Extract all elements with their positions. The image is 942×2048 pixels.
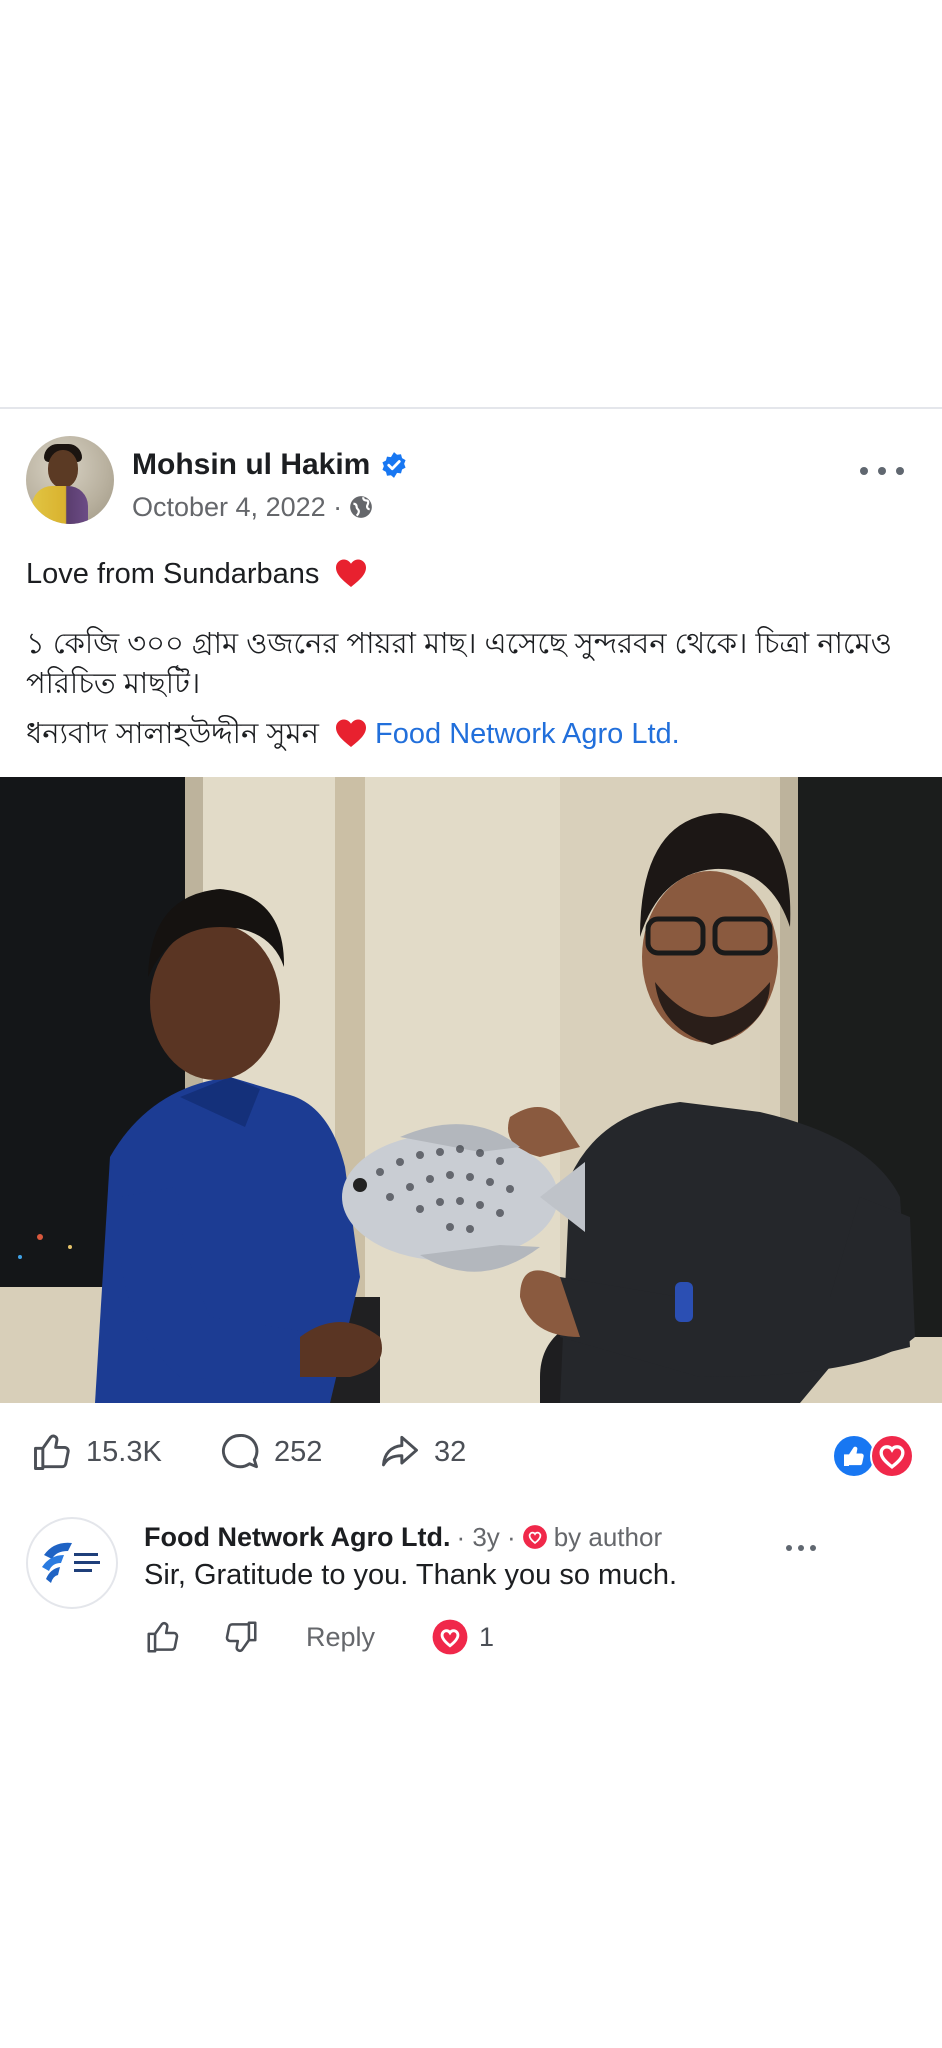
commenter-name[interactable]: Food Network Agro Ltd. bbox=[144, 1522, 450, 1553]
comment-actions: Reply 1 bbox=[144, 1615, 494, 1659]
author-row: Mohsin ul Hakim bbox=[132, 445, 408, 485]
comment-item: Food Network Agro Ltd. · 3y · by author … bbox=[0, 1507, 942, 1657]
comment-text: Sir, Gratitude to you. Thank you so much… bbox=[144, 1559, 678, 1591]
comment-header: Food Network Agro Ltd. · 3y · by author bbox=[144, 1519, 662, 1555]
author-avatar[interactable] bbox=[26, 436, 114, 524]
share-arrow-icon bbox=[382, 1435, 418, 1467]
post-header: Mohsin ul Hakim October 4, 2022 · bbox=[0, 409, 942, 529]
post-date[interactable]: October 4, 2022 · bbox=[132, 492, 342, 523]
verified-badge-icon bbox=[382, 452, 406, 478]
reaction-summary[interactable] bbox=[832, 1434, 918, 1478]
post-text-line-1-text: Love from Sundarbans bbox=[26, 558, 320, 590]
like-button[interactable]: 15.3K bbox=[30, 1430, 162, 1474]
author-heart-icon bbox=[522, 1525, 547, 1549]
comment-love-count: 1 bbox=[479, 1621, 495, 1652]
thumbs-up-icon bbox=[34, 1434, 70, 1470]
comment-bubble-icon bbox=[221, 1434, 259, 1469]
tagged-page-link[interactable]: Food Network Agro Ltd. bbox=[375, 718, 680, 750]
share-count: 32 bbox=[434, 1435, 467, 1468]
globe-icon bbox=[350, 496, 372, 518]
more-options-icon[interactable] bbox=[860, 461, 904, 481]
comment-meta: · 3y · bbox=[456, 1521, 516, 1552]
post-text-line-2: ১ কেজি ৩০০ গ্রাম ওজনের পায়রা মাছ। এসেছে… bbox=[26, 628, 893, 700]
share-button[interactable]: 32 bbox=[378, 1430, 466, 1474]
post-actions-bar: 15.3K 252 32 bbox=[0, 1412, 942, 1492]
comment-reaction-count[interactable]: 1 bbox=[431, 1618, 494, 1656]
author-badge: by author bbox=[553, 1521, 663, 1552]
comment-button[interactable]: 252 bbox=[218, 1430, 322, 1474]
post-meta: October 4, 2022 · bbox=[132, 489, 374, 525]
post-photo[interactable] bbox=[0, 777, 942, 1403]
comment-dislike-icon[interactable] bbox=[222, 1618, 260, 1656]
red-heart-icon bbox=[335, 719, 366, 747]
love-reaction-icon bbox=[870, 1434, 914, 1478]
comment-like-icon[interactable] bbox=[144, 1618, 182, 1656]
post-text-line-1: Love from Sundarbans bbox=[26, 554, 367, 594]
photo-illustration bbox=[0, 777, 942, 1403]
comment-count: 252 bbox=[274, 1435, 323, 1468]
reply-button[interactable]: Reply bbox=[306, 1622, 375, 1653]
author-name[interactable]: Mohsin ul Hakim bbox=[132, 448, 370, 482]
comment-more-options-icon[interactable] bbox=[786, 1545, 816, 1553]
post-text-line-3: ধন্যবাদ সালাহউদ্দীন সুমন Food Network Ag… bbox=[26, 714, 680, 754]
love-reaction-icon bbox=[432, 1619, 468, 1655]
food-network-logo-icon bbox=[42, 1542, 100, 1583]
red-heart-icon bbox=[336, 559, 367, 587]
commenter-avatar[interactable] bbox=[26, 1517, 118, 1609]
like-count: 15.3K bbox=[86, 1435, 162, 1468]
post-card: Mohsin ul Hakim October 4, 2022 · Love f… bbox=[0, 407, 942, 1664]
post-text-line-3-text: ধন্যবাদ সালাহউদ্দীন সুমন bbox=[26, 718, 319, 750]
